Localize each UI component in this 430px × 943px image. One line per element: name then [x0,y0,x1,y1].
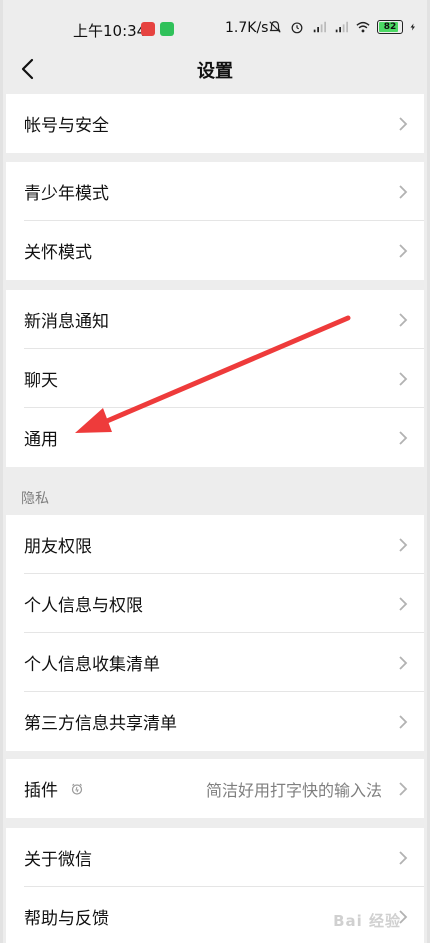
settings-group-account: 帐号与安全 [6,94,424,153]
status-time: 上午10:34 [73,22,147,40]
settings-group-general: 新消息通知 聊天 通用 [6,290,424,467]
settings-item-new-message-notify[interactable]: 新消息通知 [6,290,424,349]
settings-item-account-security[interactable]: 帐号与安全 [6,94,424,153]
settings-item-teen-mode[interactable]: 青少年模式 [6,162,424,221]
settings-item-label: 插件 [24,781,58,801]
alarm-icon [291,22,303,34]
plugin-value: 简洁好用打字快的输入法 [205,780,382,800]
settings-item-friend-permissions[interactable]: 朋友权限 [6,515,424,574]
settings-item-label: 帐号与安全 [24,116,109,136]
settings-item-label: 关怀模式 [24,243,92,263]
chevron-right-icon [399,781,408,796]
settings-item-label: 聊天 [24,371,58,391]
settings-item-label: 个人信息收集清单 [24,655,160,675]
settings-item-label: 关于微信 [24,850,92,870]
nav-bar: 设置 [3,44,427,94]
wifi-icon [356,21,370,33]
settings-item-label: 青少年模式 [24,184,109,204]
notification-app-icon [160,22,174,36]
battery-level: 82 [383,22,397,32]
settings-item-label: 通用 [24,430,58,450]
chevron-right-icon [399,430,408,445]
settings-item-chat[interactable]: 聊天 [6,349,424,408]
settings-item-label: 朋友权限 [24,537,92,557]
settings-item-care-mode[interactable]: 关怀模式 [6,221,424,280]
settings-item-label: 个人信息与权限 [24,596,143,616]
net-speed: 1.7K/s [225,20,269,36]
chevron-right-icon [399,537,408,552]
settings-group-privacy: 朋友权限 个人信息与权限 个人信息收集清单 第三方信息共享清单 [6,515,424,751]
settings-item-third-party-sharing[interactable]: 第三方信息共享清单 [6,692,424,751]
chevron-right-icon [399,371,408,386]
settings-item-about-wechat[interactable]: 关于微信 [6,828,424,887]
settings-item-label: 新消息通知 [24,312,109,332]
plugin-badge-icon [71,783,83,795]
chevron-right-icon [399,243,408,258]
settings-item-general[interactable]: 通用 [6,408,424,467]
settings-screen: 上午10:34 1.7K/s 82 设置 帐号与安全 青少年模式 关怀模式 新消… [0,0,430,943]
settings-item-plugins[interactable]: 插件 简洁好用打字快的输入法 [6,759,424,818]
status-bar: 上午10:34 1.7K/s 82 [3,0,427,44]
signal-hd-icon [335,21,348,33]
settings-item-personal-info-collection[interactable]: 个人信息收集清单 [6,633,424,692]
settings-item-label: 第三方信息共享清单 [24,714,177,734]
chevron-right-icon [399,850,408,865]
chevron-right-icon [399,184,408,199]
notification-app-icon [141,22,155,36]
chevron-right-icon [399,312,408,327]
watermark: Bai 经验 [333,912,401,930]
settings-group-plugins: 插件 简洁好用打字快的输入法 [6,759,424,818]
settings-item-personal-info-permissions[interactable]: 个人信息与权限 [6,574,424,633]
page-title: 设置 [197,61,233,82]
section-header-privacy: 隐私 [21,491,49,507]
charging-icon [410,23,415,31]
settings-item-label: 帮助与反馈 [24,909,109,929]
chevron-right-icon [399,116,408,131]
chevron-right-icon [399,596,408,611]
battery-icon: 82 [377,20,403,34]
settings-group-modes: 青少年模式 关怀模式 [6,162,424,280]
chevron-right-icon [399,714,408,729]
status-icons: 82 [267,20,417,34]
signal-hd-icon [313,21,326,33]
chevron-right-icon [399,655,408,670]
mute-bell-icon [269,21,281,33]
